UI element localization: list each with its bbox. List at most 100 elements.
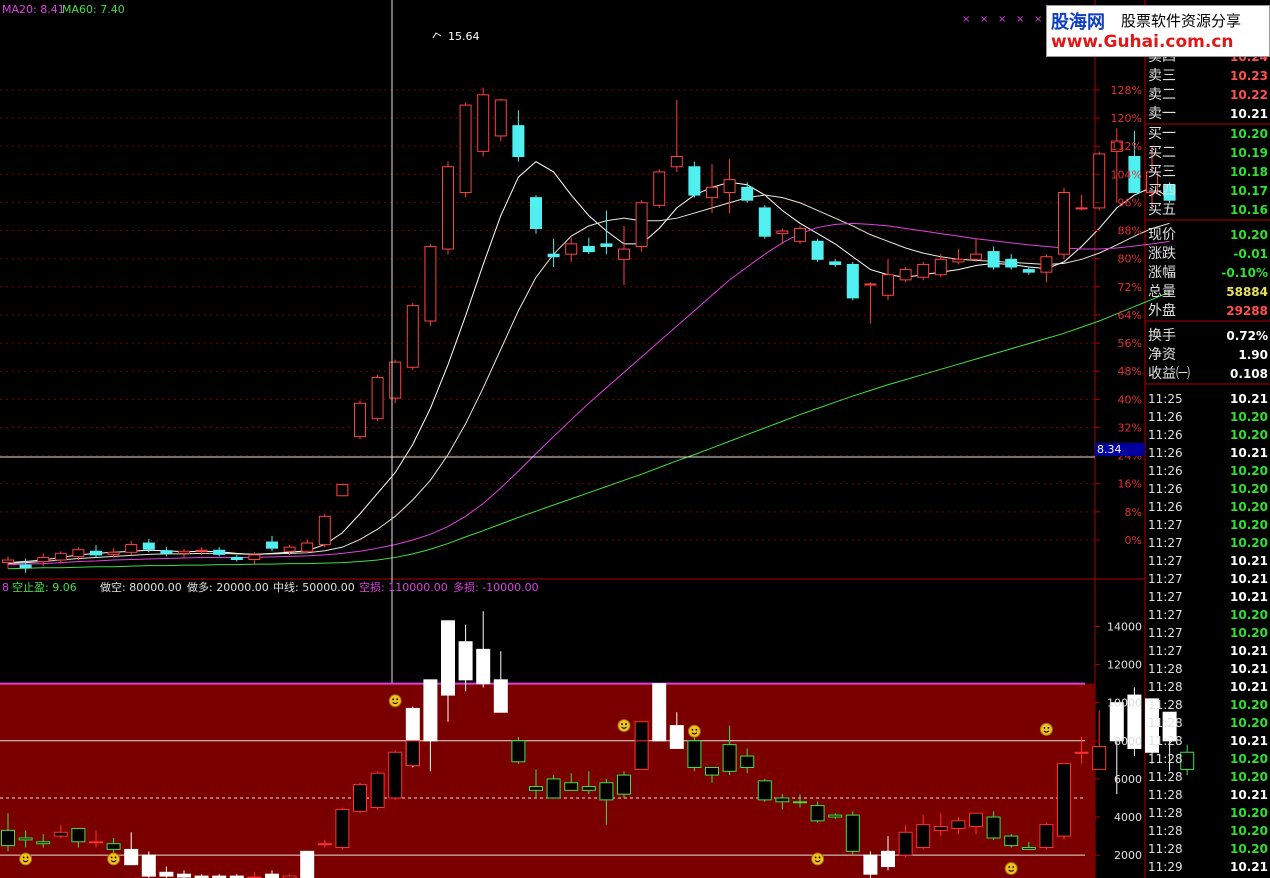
tick-time: 11:27 <box>1148 536 1183 550</box>
candle-body <box>248 554 261 560</box>
candle-body <box>213 549 226 555</box>
tick-time: 11:28 <box>1148 806 1183 820</box>
indicator-bar <box>71 827 86 843</box>
tick-price: 10.20 <box>1230 536 1268 550</box>
smiley-eye <box>110 856 113 859</box>
candle-body <box>794 227 806 242</box>
candle-body <box>970 253 982 260</box>
indicator-axis-label: 2000 <box>1114 849 1142 862</box>
peak-label: 15.64 <box>448 30 480 43</box>
indicator-bar <box>898 831 913 856</box>
price-axis-label: 0% <box>1125 534 1142 547</box>
candle-body <box>899 269 912 281</box>
indicator-bar <box>458 641 473 681</box>
tick-time: 11:27 <box>1148 608 1183 622</box>
indicator-bar <box>1004 835 1019 847</box>
smiley-eye <box>1012 866 1015 868</box>
price-axis-label: 80% <box>1118 253 1142 266</box>
indicator-bar <box>1074 751 1089 754</box>
indicator-bar <box>599 782 614 801</box>
stats-row-label: 净资 <box>1148 347 1176 363</box>
indicator-bar-lower <box>405 740 420 767</box>
candle-body <box>952 258 965 263</box>
indicator-bar <box>775 797 790 803</box>
indicator-bar <box>986 816 1001 839</box>
candle-body <box>354 402 366 438</box>
tick-price: 10.20 <box>1230 716 1268 730</box>
indicator-bar <box>933 826 948 831</box>
candle-body <box>600 243 613 247</box>
indicator-bar <box>969 812 983 828</box>
candle-body <box>530 197 542 229</box>
indicator-bar <box>546 778 561 799</box>
tick-price: 10.20 <box>1230 698 1268 712</box>
tick-time: 11:28 <box>1148 680 1183 694</box>
orderbook-row-value: 10.17 <box>1230 184 1268 198</box>
price-axis-label: 104% <box>1111 168 1142 181</box>
candle-body <box>1022 269 1035 273</box>
orderbook-row-label: 卖三 <box>1148 68 1176 84</box>
candle-body <box>371 377 384 420</box>
tick-price: 10.20 <box>1230 824 1268 838</box>
tick-price: 10.20 <box>1230 482 1268 496</box>
tick-time: 11:28 <box>1148 770 1183 784</box>
indicator-bar <box>1039 824 1054 849</box>
candle-body <box>1058 191 1070 255</box>
candle-body <box>459 104 472 193</box>
tick-time: 11:28 <box>1148 788 1183 802</box>
smiley-eye <box>26 856 29 859</box>
legend-ma20: MA20: 8.41 <box>2 3 65 16</box>
indicator-bar <box>1 829 15 847</box>
candle-body <box>107 551 120 555</box>
smiley-icon <box>388 694 402 708</box>
indicator-bar <box>441 620 455 696</box>
candle-body <box>758 207 771 237</box>
orderbook-row-value: 10.20 <box>1230 127 1268 141</box>
indicator-bar <box>617 774 631 795</box>
orderbook-row-label: 买三 <box>1148 164 1176 180</box>
indicator-bar <box>159 871 174 877</box>
price-axis-label: 64% <box>1118 309 1142 322</box>
quote-row-label: 外盘 <box>1148 302 1176 319</box>
price-axis-label: 48% <box>1118 365 1142 378</box>
lower-legend-zuoduo: 做多: 20000.00 <box>187 580 269 594</box>
tick-price: 10.21 <box>1230 572 1268 586</box>
stats-row-label: 收益㈠ <box>1148 366 1190 382</box>
indicator-bar <box>124 848 139 866</box>
smiley-icon <box>1004 861 1018 875</box>
candle-body <box>741 186 754 201</box>
candle-body <box>565 243 578 255</box>
candle-body <box>494 99 507 137</box>
indicator-bar <box>881 850 895 868</box>
smiley-eye <box>818 856 821 859</box>
orderbook-row-label: 买一 <box>1148 126 1176 142</box>
orderbook-row-value: 10.21 <box>1230 107 1268 121</box>
price-axis-label: 32% <box>1118 421 1142 434</box>
smiley-icon <box>1039 722 1053 736</box>
candle-body <box>882 274 894 296</box>
candle-body <box>90 550 102 556</box>
smiley-icon <box>687 724 701 738</box>
price-axis-label: 8% <box>1125 506 1142 519</box>
indicator-bar <box>1021 847 1036 850</box>
lower-legend-duosun: 多损: -10000.00 <box>453 580 539 594</box>
indicator-bar <box>1057 763 1071 837</box>
legend-ma60: MA60: 7.40 <box>62 3 125 16</box>
candle-body <box>142 542 155 550</box>
smiley-icon <box>19 852 33 866</box>
indicator-bar <box>53 831 68 837</box>
indicator-bar <box>687 740 702 768</box>
candle-body <box>230 556 243 560</box>
tick-time: 11:27 <box>1148 572 1183 586</box>
svg-text:×: × <box>998 14 1006 25</box>
tick-time: 11:28 <box>1148 734 1183 748</box>
tick-price: 10.20 <box>1230 806 1268 820</box>
candle-body <box>389 361 402 399</box>
tick-price: 10.20 <box>1230 752 1268 766</box>
logo-name: 股海网 <box>1051 12 1105 33</box>
indicator-bar <box>89 841 103 844</box>
indicator-bar <box>810 805 825 822</box>
tick-price: 10.21 <box>1230 788 1268 802</box>
candle-body <box>635 202 648 247</box>
tick-price: 10.20 <box>1230 410 1268 424</box>
